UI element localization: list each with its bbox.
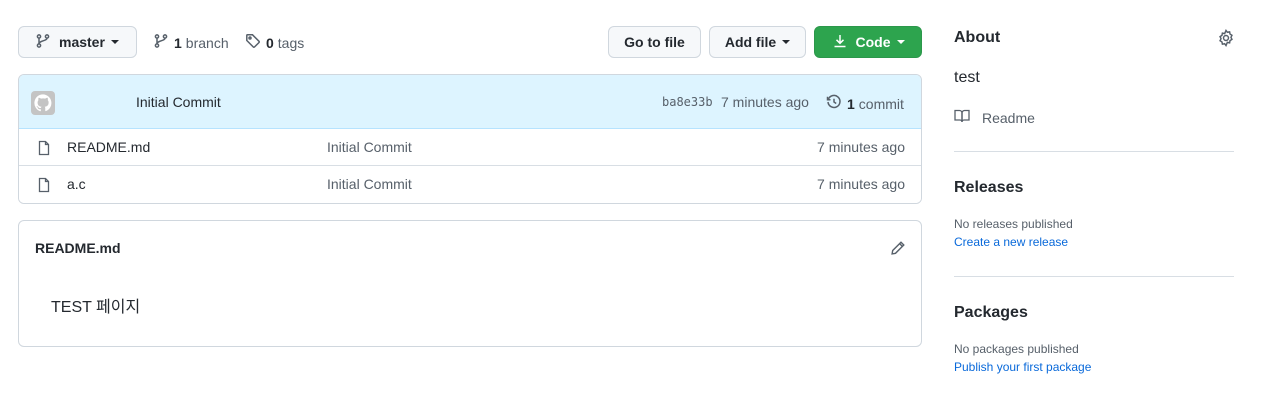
git-branch-icon <box>153 33 169 52</box>
tags-link[interactable]: 0 tags <box>245 33 304 52</box>
tags-count: 0 <box>266 34 274 51</box>
file-commit-time: 7 minutes ago <box>817 139 905 155</box>
releases-heading[interactable]: Releases <box>954 179 1023 197</box>
file-commit-message[interactable]: Initial Commit <box>327 139 412 155</box>
branches-label: branch <box>185 34 229 51</box>
no-packages-text: No packages published <box>954 342 1079 356</box>
pencil-icon[interactable] <box>890 240 906 259</box>
commit-time: 7 minutes ago <box>721 94 809 110</box>
readme-link-label: Readme <box>982 109 1035 126</box>
branch-selector-button[interactable]: master <box>18 26 137 58</box>
about-heading: About <box>954 29 1001 46</box>
readme-content: TEST 페이지 <box>51 299 141 316</box>
publish-package-link[interactable]: Publish your first package <box>954 360 1091 374</box>
branches-count: 1 <box>174 34 182 51</box>
gear-icon[interactable] <box>1217 29 1235 50</box>
book-icon <box>954 108 970 127</box>
code-label: Code <box>855 34 891 50</box>
commits-label: commit <box>858 95 904 112</box>
file-commit-message[interactable]: Initial Commit <box>327 176 412 192</box>
table-row: a.c Initial Commit 7 minutes ago <box>19 166 921 203</box>
go-to-file-label: Go to file <box>624 34 685 50</box>
commits-count: 1 <box>847 95 855 112</box>
create-release-link[interactable]: Create a new release <box>954 235 1068 249</box>
tags-label: tags <box>277 34 305 51</box>
commit-sha-link[interactable]: ba8e33b <box>662 95 713 109</box>
repo-description: test <box>954 69 980 86</box>
add-file-button[interactable]: Add file <box>709 26 806 58</box>
file-commit-time: 7 minutes ago <box>817 176 905 192</box>
git-branch-icon <box>35 33 51 52</box>
chevron-down-icon <box>782 40 791 44</box>
history-icon <box>826 94 842 113</box>
file-icon <box>36 140 52 159</box>
readme-title[interactable]: README.md <box>35 240 121 256</box>
divider <box>954 276 1234 277</box>
file-list: Initial Commit ba8e33b 7 minutes ago 1 c… <box>18 74 922 204</box>
file-name-link[interactable]: README.md <box>67 139 150 155</box>
add-file-label: Add file <box>724 34 777 50</box>
file-icon <box>36 177 52 196</box>
download-icon <box>832 33 848 52</box>
code-button[interactable]: Code <box>814 26 922 58</box>
latest-commit-message[interactable]: Initial Commit <box>136 94 221 110</box>
commits-history-link[interactable]: 1 commit <box>826 94 904 113</box>
latest-commit-bar: Initial Commit ba8e33b 7 minutes ago 1 c… <box>19 75 921 129</box>
tag-icon <box>245 33 261 52</box>
chevron-down-icon <box>896 40 905 44</box>
go-to-file-button[interactable]: Go to file <box>608 26 701 58</box>
readme-link[interactable]: Readme <box>954 108 1035 127</box>
divider <box>954 151 1234 152</box>
table-row: README.md Initial Commit 7 minutes ago <box>19 129 921 166</box>
file-name-link[interactable]: a.c <box>67 176 86 192</box>
no-releases-text: No releases published <box>954 217 1073 231</box>
avatar[interactable] <box>31 91 55 115</box>
branch-name: master <box>59 34 105 50</box>
packages-heading[interactable]: Packages <box>954 304 1028 322</box>
branches-link[interactable]: 1 branch <box>153 33 229 52</box>
chevron-down-icon <box>110 40 119 44</box>
readme-panel: README.md TEST 페이지 <box>18 220 922 347</box>
